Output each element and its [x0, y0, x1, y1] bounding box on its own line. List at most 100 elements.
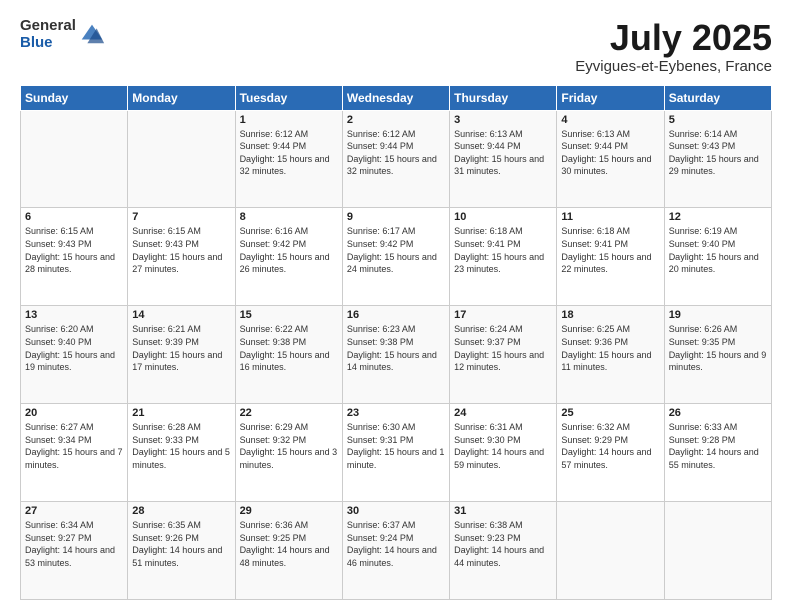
cal-cell: 10 Sunrise: 6:18 AM Sunset: 9:41 PM Dayli… — [450, 208, 557, 306]
cal-cell: 3 Sunrise: 6:13 AM Sunset: 9:44 PM Daylig… — [450, 110, 557, 208]
cal-cell — [664, 502, 771, 600]
cal-cell: 9Sunrise: 6:17 AM Sunset: 9:42 PM Daylig… — [342, 208, 449, 306]
day-number: 16 — [347, 309, 445, 321]
day-info: Sunrise: 6:33 AM Sunset: 9:28 PM Dayligh… — [669, 421, 767, 471]
cal-cell: 26 Sunrise: 6:33 AM Sunset: 9:28 PM Dayli… — [664, 404, 771, 502]
day-number: 13 — [25, 309, 123, 321]
cal-cell: 27 Sunrise: 6:34 AM Sunset: 9:27 PM Dayli… — [21, 502, 128, 600]
day-info: Sunrise: 6:37 AM Sunset: 9:24 PM Dayligh… — [347, 519, 445, 569]
cal-cell: 5Sunrise: 6:14 AM Sunset: 9:43 PM Daylig… — [664, 110, 771, 208]
day-number: 6 — [25, 211, 123, 223]
day-info: Sunrise: 6:20 AM Sunset: 9:40 PM Dayligh… — [25, 323, 123, 373]
day-info: Sunrise: 6:19 AM Sunset: 9:40 PM Dayligh… — [669, 225, 767, 275]
weekday-header-wednesday: Wednesday — [342, 85, 449, 110]
cal-cell: 21 Sunrise: 6:28 AM Sunset: 9:33 PM Dayli… — [128, 404, 235, 502]
day-info: Sunrise: 6:13 AM Sunset: 9:44 PM Dayligh… — [454, 128, 552, 178]
week-row-2: 6 Sunrise: 6:15 AM Sunset: 9:43 PM Daylig… — [21, 208, 772, 306]
day-number: 7 — [132, 211, 230, 223]
cal-cell — [557, 502, 664, 600]
cal-cell: 20 Sunrise: 6:27 AM Sunset: 9:34 PM Dayli… — [21, 404, 128, 502]
location-title: Eyvigues-et-Eybenes, France — [575, 58, 772, 75]
day-number: 15 — [240, 309, 338, 321]
day-info: Sunrise: 6:12 AM Sunset: 9:44 PM Dayligh… — [347, 128, 445, 178]
day-number: 31 — [454, 505, 552, 517]
day-number: 5 — [669, 114, 767, 126]
page: General Blue July 2025 Eyvigues-et-Eyben… — [0, 0, 792, 612]
day-number: 17 — [454, 309, 552, 321]
cal-cell — [21, 110, 128, 208]
weekday-header-sunday: Sunday — [21, 85, 128, 110]
cal-cell: 1Sunrise: 6:12 AM Sunset: 9:44 PM Daylig… — [235, 110, 342, 208]
cal-cell: 29 Sunrise: 6:36 AM Sunset: 9:25 PM Dayli… — [235, 502, 342, 600]
logo-text: General Blue — [20, 18, 76, 51]
week-row-1: 1 Sunrise: 6:12 AM Sunset: 9:44 PM Daylig… — [21, 110, 772, 208]
day-number: 22 — [240, 407, 338, 419]
day-info: Sunrise: 6:34 AM Sunset: 9:27 PM Dayligh… — [25, 519, 123, 569]
day-info: Sunrise: 6:15 AM Sunset: 9:43 PM Dayligh… — [132, 225, 230, 275]
logo-general: General — [20, 18, 76, 35]
cal-cell: 22 Sunrise: 6:29 AM Sunset: 9:32 PM Dayli… — [235, 404, 342, 502]
day-info: Sunrise: 6:38 AM Sunset: 9:23 PM Dayligh… — [454, 519, 552, 569]
logo: General Blue — [20, 18, 106, 51]
day-info: Sunrise: 6:28 AM Sunset: 9:33 PM Dayligh… — [132, 421, 230, 471]
weekday-header-row: SundayMondayTuesdayWednesdayThursdayFrid… — [21, 85, 772, 110]
day-number: 30 — [347, 505, 445, 517]
cal-cell: 4 Sunrise: 6:13 AM Sunset: 9:44 PM Daylig… — [557, 110, 664, 208]
day-info: Sunrise: 6:36 AM Sunset: 9:25 PM Dayligh… — [240, 519, 338, 569]
day-number: 24 — [454, 407, 552, 419]
cal-cell — [128, 110, 235, 208]
cal-cell: 23 Sunrise: 6:30 AM Sunset: 9:31 PM Dayli… — [342, 404, 449, 502]
day-info: Sunrise: 6:30 AM Sunset: 9:31 PM Dayligh… — [347, 421, 445, 471]
day-number: 21 — [132, 407, 230, 419]
day-info: Sunrise: 6:32 AM Sunset: 9:29 PM Dayligh… — [561, 421, 659, 471]
day-number: 20 — [25, 407, 123, 419]
cal-cell: 17 Sunrise: 6:24 AM Sunset: 9:37 PM Dayli… — [450, 306, 557, 404]
day-number: 14 — [132, 309, 230, 321]
day-number: 29 — [240, 505, 338, 517]
cal-cell: 13 Sunrise: 6:20 AM Sunset: 9:40 PM Dayli… — [21, 306, 128, 404]
month-title: July 2025 — [575, 18, 772, 58]
cal-cell: 28Sunrise: 6:35 AM Sunset: 9:26 PM Dayli… — [128, 502, 235, 600]
header: General Blue July 2025 Eyvigues-et-Eyben… — [20, 18, 772, 75]
day-number: 8 — [240, 211, 338, 223]
day-number: 25 — [561, 407, 659, 419]
cal-cell: 11 Sunrise: 6:18 AM Sunset: 9:41 PM Dayli… — [557, 208, 664, 306]
day-number: 1 — [240, 114, 338, 126]
day-info: Sunrise: 6:21 AM Sunset: 9:39 PM Dayligh… — [132, 323, 230, 373]
cal-cell: 16Sunrise: 6:23 AM Sunset: 9:38 PM Dayli… — [342, 306, 449, 404]
cal-cell: 25 Sunrise: 6:32 AM Sunset: 9:29 PM Dayli… — [557, 404, 664, 502]
week-row-5: 27 Sunrise: 6:34 AM Sunset: 9:27 PM Dayli… — [21, 502, 772, 600]
day-info: Sunrise: 6:16 AM Sunset: 9:42 PM Dayligh… — [240, 225, 338, 275]
cal-cell: 24 Sunrise: 6:31 AM Sunset: 9:30 PM Dayli… — [450, 404, 557, 502]
day-info: Sunrise: 6:13 AM Sunset: 9:44 PM Dayligh… — [561, 128, 659, 178]
day-info: Sunrise: 6:31 AM Sunset: 9:30 PM Dayligh… — [454, 421, 552, 471]
day-number: 23 — [347, 407, 445, 419]
day-info: Sunrise: 6:27 AM Sunset: 9:34 PM Dayligh… — [25, 421, 123, 471]
day-info: Sunrise: 6:18 AM Sunset: 9:41 PM Dayligh… — [561, 225, 659, 275]
weekday-header-monday: Monday — [128, 85, 235, 110]
cal-cell: 2Sunrise: 6:12 AM Sunset: 9:44 PM Daylig… — [342, 110, 449, 208]
day-number: 9 — [347, 211, 445, 223]
day-number: 10 — [454, 211, 552, 223]
day-info: Sunrise: 6:29 AM Sunset: 9:32 PM Dayligh… — [240, 421, 338, 471]
day-info: Sunrise: 6:24 AM Sunset: 9:37 PM Dayligh… — [454, 323, 552, 373]
day-number: 11 — [561, 211, 659, 223]
weekday-header-thursday: Thursday — [450, 85, 557, 110]
day-number: 27 — [25, 505, 123, 517]
day-number: 28 — [132, 505, 230, 517]
cal-cell: 7 Sunrise: 6:15 AM Sunset: 9:43 PM Daylig… — [128, 208, 235, 306]
day-number: 26 — [669, 407, 767, 419]
cal-cell: 6Sunrise: 6:15 AM Sunset: 9:43 PM Daylig… — [21, 208, 128, 306]
logo-blue: Blue — [20, 35, 76, 52]
title-block: July 2025 Eyvigues-et-Eybenes, France — [575, 18, 772, 75]
logo-icon — [78, 19, 106, 47]
day-number: 4 — [561, 114, 659, 126]
cal-cell: 15 Sunrise: 6:22 AM Sunset: 9:38 PM Dayli… — [235, 306, 342, 404]
day-info: Sunrise: 6:22 AM Sunset: 9:38 PM Dayligh… — [240, 323, 338, 373]
cal-cell: 31 Sunrise: 6:38 AM Sunset: 9:23 PM Dayli… — [450, 502, 557, 600]
day-info: Sunrise: 6:25 AM Sunset: 9:36 PM Dayligh… — [561, 323, 659, 373]
day-number: 3 — [454, 114, 552, 126]
day-info: Sunrise: 6:18 AM Sunset: 9:41 PM Dayligh… — [454, 225, 552, 275]
cal-cell: 8 Sunrise: 6:16 AM Sunset: 9:42 PM Daylig… — [235, 208, 342, 306]
weekday-header-saturday: Saturday — [664, 85, 771, 110]
